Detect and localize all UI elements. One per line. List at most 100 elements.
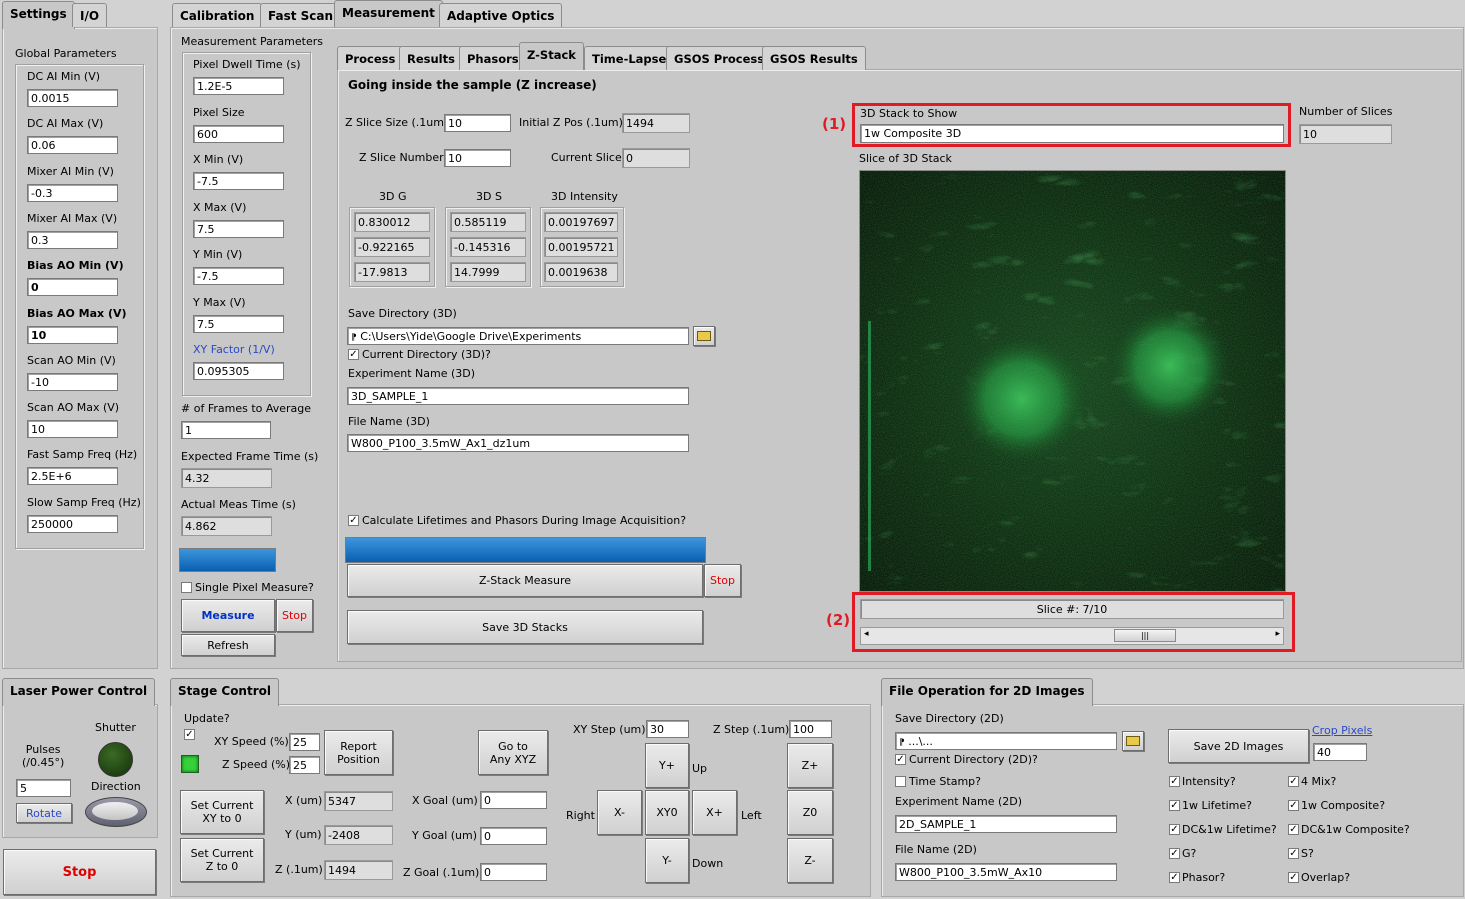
z0-button[interactable]: Z0 xyxy=(787,790,833,835)
meas-param-input[interactable]: 7.5 xyxy=(193,219,284,238)
rotate-label: Rotate xyxy=(25,806,62,820)
goto-xyz-button[interactable]: Go to Any XYZ xyxy=(478,730,548,775)
subtab-gsos-results[interactable]: GSOS Results xyxy=(762,46,866,70)
pulses-input[interactable]: 5 xyxy=(16,779,71,797)
fileop-option-checkbox[interactable]: ✓ xyxy=(1288,872,1299,883)
initial-z-pos-value: 1494 xyxy=(622,113,690,133)
path-icon: ⁋ xyxy=(351,333,357,343)
x-goal-input[interactable]: 0 xyxy=(480,791,547,809)
marker-2: (2) xyxy=(826,611,851,629)
save-dir-2d-input[interactable]: ⁋ ...\... xyxy=(895,732,1117,750)
global-param-input[interactable]: -0.3 xyxy=(27,183,118,202)
measure-stop-button[interactable]: Stop xyxy=(276,599,313,632)
fileop-option-label: Intensity? xyxy=(1182,775,1236,788)
scroll-thumb[interactable]: ||| xyxy=(1114,629,1176,642)
current-dir-3d-checkbox[interactable]: ✓ xyxy=(348,349,359,360)
fileop-option-label: DC&1w Lifetime? xyxy=(1182,823,1277,836)
tab-io[interactable]: I/O xyxy=(72,3,108,27)
tab-settings[interactable]: Settings xyxy=(2,1,75,29)
global-param-input[interactable]: 0.06 xyxy=(27,136,118,155)
zstack-stop-button[interactable]: Stop xyxy=(704,564,741,597)
global-param-input[interactable]: -10 xyxy=(27,372,118,391)
main-stop-button[interactable]: Stop xyxy=(3,849,156,895)
browse-2d-folder-button[interactable] xyxy=(1122,731,1144,751)
z-minus-button[interactable]: Z- xyxy=(787,838,833,883)
fileop-option-checkbox[interactable]: ✓ xyxy=(1288,824,1299,835)
subtab-z-stack[interactable]: Z-Stack xyxy=(519,42,584,70)
tab-adaptive-optics[interactable]: Adaptive Optics xyxy=(439,3,563,27)
meas-param-input[interactable]: 1.2E-5 xyxy=(193,77,284,95)
subtab-gsos-process[interactable]: GSOS Process xyxy=(666,46,773,70)
single-pixel-checkbox[interactable] xyxy=(181,582,192,593)
refresh-button[interactable]: Refresh xyxy=(181,634,275,656)
y-minus-button[interactable]: Y- xyxy=(645,838,689,883)
update-checkbox[interactable]: ✓ xyxy=(184,729,195,740)
save-dir-3d-input[interactable]: ⁋ C:\Users\Yide\Google Drive\Experiments xyxy=(347,327,689,345)
tab-measurement[interactable]: Measurement xyxy=(334,0,443,28)
z-step-input[interactable]: 100 xyxy=(789,720,832,738)
scroll-left-arrow[interactable]: ◂ xyxy=(864,629,869,639)
fileop-option-checkbox[interactable]: ✓ xyxy=(1169,824,1180,835)
tab-calibration[interactable]: Calibration xyxy=(172,3,263,27)
meas-param-input[interactable]: -7.5 xyxy=(193,267,284,285)
browse-3d-folder-button[interactable] xyxy=(693,326,715,346)
subtab-phasors[interactable]: Phasors xyxy=(459,46,527,70)
stack-to-show-select[interactable]: 1w Composite 3D xyxy=(860,124,1284,143)
measure-button[interactable]: Measure xyxy=(181,599,275,632)
y-goal-input[interactable]: 0 xyxy=(480,827,547,845)
fileop-option-checkbox[interactable]: ✓ xyxy=(1169,848,1180,859)
meas-param-input[interactable]: -7.5 xyxy=(193,172,284,190)
set-z-zero-button[interactable]: Set Current Z to 0 xyxy=(180,838,264,882)
fileop-option-checkbox[interactable]: ✓ xyxy=(1169,776,1180,787)
file-name-3d-input[interactable]: W800_P100_3.5mW_Ax1_dz1um xyxy=(347,434,689,452)
direction-toggle[interactable] xyxy=(85,797,147,827)
tab-fast-scan[interactable]: Fast Scan xyxy=(260,3,342,27)
global-param-input[interactable]: 2.5E+6 xyxy=(27,467,118,486)
fileop-option-checkbox[interactable]: ✓ xyxy=(1169,800,1180,811)
zstack-measure-button[interactable]: Z-Stack Measure xyxy=(347,564,703,597)
subtab-time-lapse[interactable]: Time-Lapse xyxy=(584,46,675,70)
z-plus-button[interactable]: Z+ xyxy=(787,743,833,788)
save-2d-images-button[interactable]: Save 2D Images xyxy=(1168,729,1309,763)
z-slice-number-input[interactable]: 10 xyxy=(444,149,511,167)
global-param-input[interactable]: 0 xyxy=(27,278,118,297)
x-minus-button[interactable]: X- xyxy=(597,790,642,835)
calc-lifetimes-checkbox[interactable]: ✓ xyxy=(348,515,359,526)
meas-param-input[interactable]: 0.095305 xyxy=(193,362,284,380)
report-position-button[interactable]: Report Position xyxy=(324,730,393,775)
fileop-option-checkbox[interactable]: ✓ xyxy=(1288,848,1299,859)
y-plus-button[interactable]: Y+ xyxy=(645,743,689,788)
fileop-option-checkbox[interactable]: ✓ xyxy=(1169,872,1180,883)
global-param-input[interactable]: 0.0015 xyxy=(27,89,118,107)
fileop-option-checkbox[interactable]: ✓ xyxy=(1288,800,1299,811)
set-xy-zero-button[interactable]: Set Current XY to 0 xyxy=(180,790,264,834)
current-dir-2d-checkbox[interactable]: ✓ xyxy=(895,754,906,765)
xy-step-input[interactable]: 30 xyxy=(646,720,689,738)
z-slice-size-input[interactable]: 10 xyxy=(444,114,511,132)
global-param-input[interactable]: 250000 xyxy=(27,514,118,533)
z-speed-input[interactable]: 25 xyxy=(289,756,320,774)
xy-speed-input[interactable]: 25 xyxy=(289,733,320,751)
crop-pixels-input[interactable]: 40 xyxy=(1313,743,1367,761)
time-stamp-checkbox[interactable] xyxy=(895,776,906,787)
exp-name-2d-input[interactable]: 2D_SAMPLE_1 xyxy=(895,815,1117,833)
slice-scrollbar[interactable]: ◂ ||| ▸ xyxy=(860,627,1284,645)
exp-name-3d-input[interactable]: 3D_SAMPLE_1 xyxy=(347,387,689,405)
shutter-led[interactable] xyxy=(98,742,133,777)
subtab-results[interactable]: Results xyxy=(399,46,463,70)
subtab-process[interactable]: Process xyxy=(337,46,404,70)
global-param-input[interactable]: 10 xyxy=(27,325,118,344)
z-goal-input[interactable]: 0 xyxy=(480,863,547,881)
rotate-button[interactable]: Rotate xyxy=(16,803,72,823)
fileop-option-checkbox[interactable]: ✓ xyxy=(1288,776,1299,787)
x-plus-button[interactable]: X+ xyxy=(692,790,737,835)
global-param-input[interactable]: 0.3 xyxy=(27,230,118,249)
frames-input[interactable]: 1 xyxy=(181,421,271,439)
meas-param-input[interactable]: 600 xyxy=(193,124,284,143)
file-name-2d-input[interactable]: W800_P100_3.5mW_Ax10 xyxy=(895,863,1117,881)
save-3d-stacks-button[interactable]: Save 3D Stacks xyxy=(347,610,703,644)
global-param-input[interactable]: 10 xyxy=(27,420,118,439)
xy0-button[interactable]: XY0 xyxy=(645,790,689,835)
scroll-right-arrow[interactable]: ▸ xyxy=(1275,629,1280,639)
meas-param-input[interactable]: 7.5 xyxy=(193,314,284,333)
